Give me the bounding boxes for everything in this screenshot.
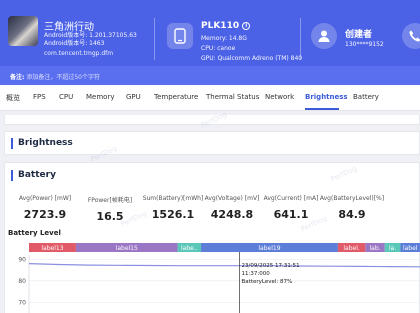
battery-level-chart[interactable]: label13 label15 labe.. label19 label. lab. la.… (0, 241, 420, 313)
note-bar[interactable]: 备注: 添加备注，不超过50个字符 (0, 66, 420, 85)
stat-avg-power: Avg(Power) [mW] 2723.9 (10, 195, 80, 221)
android-code: Android版本号: 1463 (44, 40, 105, 47)
y-tick-label: 80 (18, 278, 26, 285)
stat-avg-current: Avg(Current) [mA] 641.1 (256, 195, 326, 221)
header-divider (300, 18, 301, 60)
label-band-text: label. (343, 245, 360, 252)
metric-tabs: 概览 FPS CPU Memory GPU Temperature Therma… (0, 85, 420, 111)
tab-fps[interactable]: FPS (33, 93, 46, 101)
stat-label: Avg(BatteryLevel)[%] (319, 195, 385, 202)
tab-memory[interactable]: Memory (86, 93, 114, 101)
game-thumbnail (8, 16, 38, 46)
app-header: 三角洲行动 Android版本号: 1.201.37105.63 Android… (0, 0, 420, 85)
user-name: 创建者 (345, 30, 373, 40)
label-band-text: label13 (41, 245, 63, 252)
tab-overview[interactable]: 概览 (6, 93, 20, 103)
note-input[interactable]: 添加备注，不超过50个字符 (26, 74, 100, 81)
user-phone: 130****9152 (345, 41, 384, 48)
stat-value: 16.5 (96, 210, 124, 223)
battery-title: Battery (11, 170, 56, 181)
android-version: Android版本号: 1.201.37105.63 (44, 32, 137, 39)
phone-icon (167, 23, 193, 49)
app-name: 三角洲行动 (44, 22, 94, 33)
battery-level-line (28, 263, 420, 268)
chart-title: Battery Level (8, 229, 61, 237)
stat-value: 641.1 (273, 208, 309, 221)
label-band-text: label15 (116, 245, 138, 252)
stat-label: Avg(Current) [mA] (263, 195, 319, 202)
device-gpu: GPU: Qualcomm Adreno (TM) 840 (201, 55, 303, 62)
user-icon (311, 23, 337, 49)
device-model: PLK110 i (201, 21, 251, 31)
cursor-tooltip-text: 11:37:000 (242, 271, 271, 277)
device-info-badge[interactable]: i (242, 21, 251, 30)
label-band-text: label (403, 245, 418, 252)
label-band-text: labe.. (181, 245, 198, 252)
tab-cpu[interactable]: CPU (59, 93, 73, 101)
stat-label: Avg(Power) [mW] (18, 195, 72, 202)
tab-thermal-status[interactable]: Thermal Status (206, 93, 259, 101)
cursor-tooltip-text: BatteryLevel: 87% (242, 279, 293, 285)
stat-value: 84.9 (338, 208, 366, 221)
stat-label: FPower[帧耗电] (87, 197, 133, 204)
stat-avg-battery-level: Avg(BatteryLevel)[%] 84.9 (317, 195, 387, 221)
package-name: com.tencent.tmgp.dfm (44, 50, 114, 57)
brightness-title: Brightness (11, 138, 73, 149)
note-label: 备注: (10, 74, 25, 81)
label-band-text: label19 (258, 245, 280, 252)
cursor-tooltip-text: 23/09/2025 17:31:51 (242, 263, 300, 269)
stat-value: 2723.9 (23, 208, 67, 221)
stat-fpower: FPower[帧耗电] 16.5 (75, 195, 145, 223)
header-divider (154, 18, 155, 60)
brightness-panel: Brightness (4, 131, 420, 155)
contact-icon[interactable] (402, 23, 420, 49)
tab-network[interactable]: Network (265, 93, 294, 101)
tab-battery[interactable]: Battery (353, 93, 379, 101)
label-band-text: lab. (370, 245, 381, 252)
device-cpu: CPU: canoe (201, 45, 236, 52)
tab-brightness[interactable]: Brightness (305, 93, 348, 101)
y-tick-label: 90 (18, 256, 26, 263)
active-tab-indicator (305, 108, 339, 110)
device-model-text: PLK110 (201, 21, 240, 31)
tab-gpu[interactable]: GPU (126, 93, 141, 101)
tab-temperature[interactable]: Temperature (154, 93, 198, 101)
y-tick-label: 70 (18, 299, 26, 306)
previous-panel-bottom (4, 115, 420, 125)
device-memory: Memory: 14.8G (201, 35, 247, 42)
label-band-text: la. (389, 245, 396, 252)
